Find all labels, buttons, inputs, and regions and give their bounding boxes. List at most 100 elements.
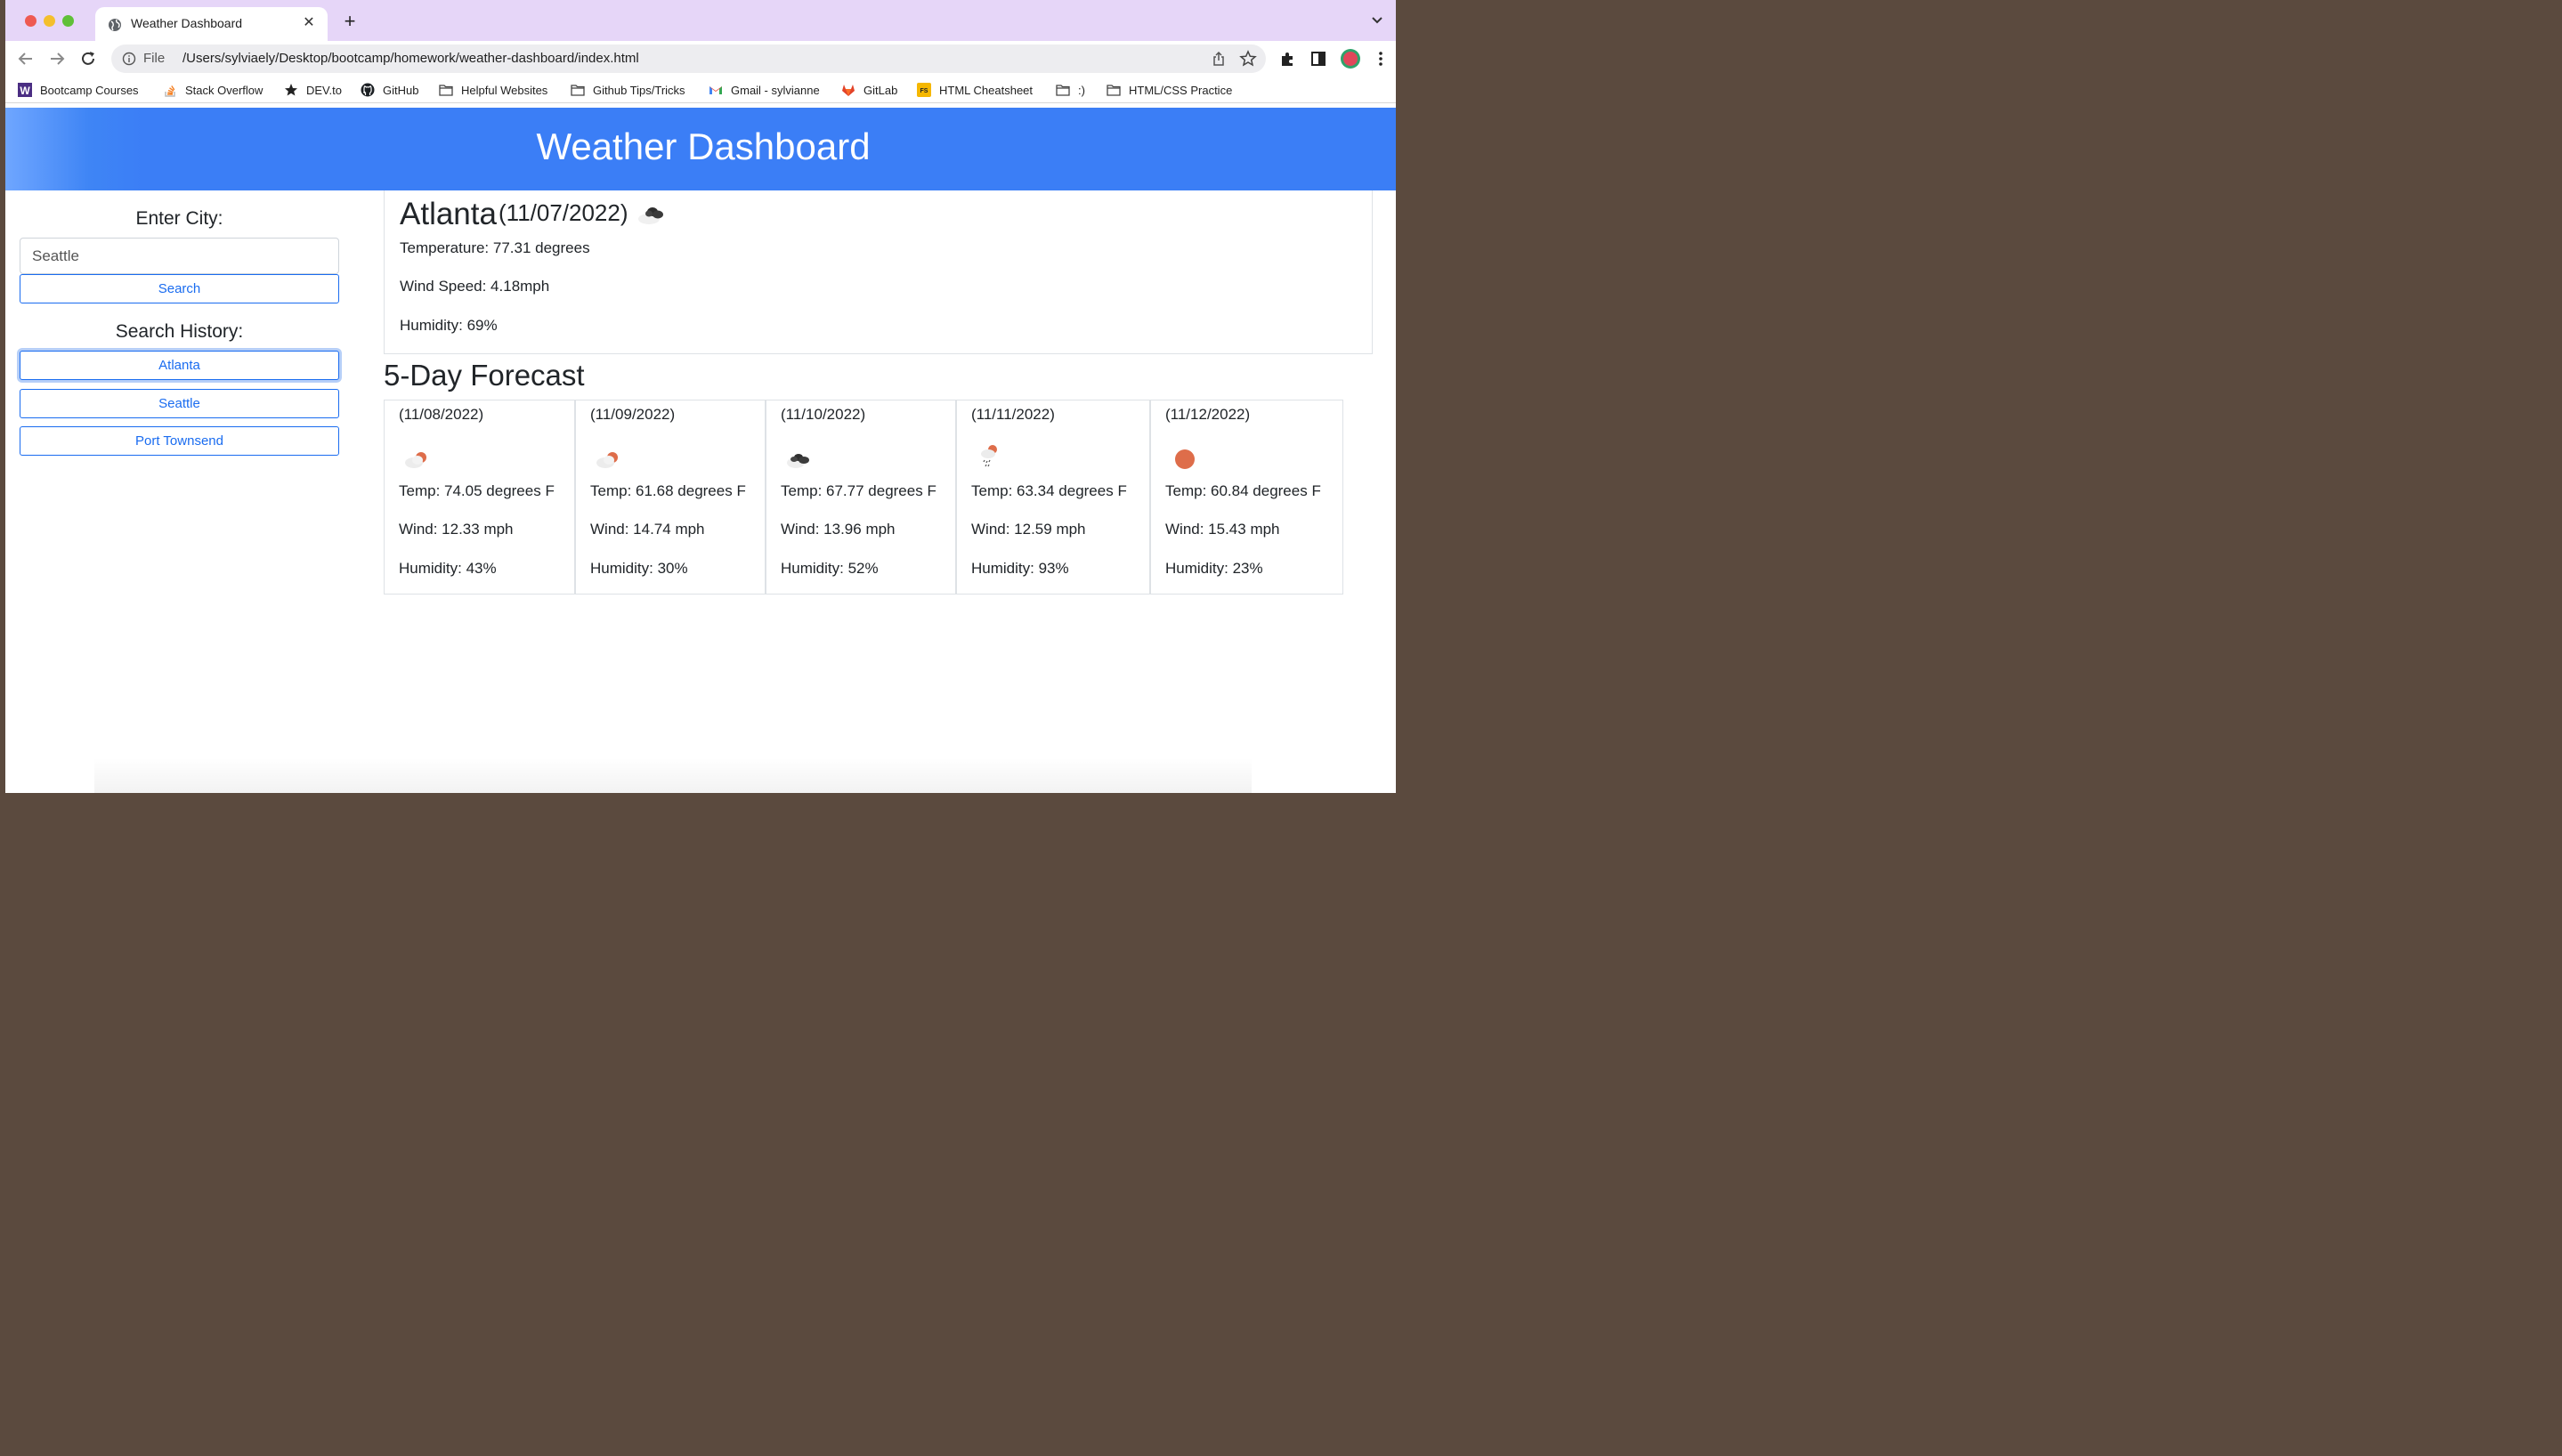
forecast-humidity: Humidity: 30% [590, 560, 688, 577]
bookmark-gmail[interactable]: Gmail - sylvianne [709, 82, 820, 98]
tab-title: Weather Dashboard [131, 16, 243, 30]
browser-window: Weather Dashboard ✕ + File /Users/sylvia… [5, 0, 1396, 793]
bookmark-html-css-practice[interactable]: HTML/CSS Practice [1107, 82, 1232, 98]
address-bar[interactable]: File /Users/sylviaely/Desktop/bootcamp/h… [111, 44, 1266, 73]
bookmark-helpful-websites[interactable]: Helpful Websites [439, 82, 547, 98]
cloud-sun-icon [405, 452, 426, 468]
current-weather-card: Atlanta (11/07/2022) Temperature: 77.31 … [384, 190, 1373, 354]
forecast-wind: Wind: 12.33 mph [399, 521, 514, 538]
rain-sun-icon [981, 445, 997, 467]
svg-text:W: W [20, 85, 30, 97]
bookmark-label: Github Tips/Tricks [593, 83, 685, 97]
forecast-temp: Temp: 63.34 degrees F [971, 482, 1127, 499]
forecast-card: (11/12/2022) Temp: 60.84 degrees F Wind:… [1150, 400, 1343, 595]
close-tab-icon[interactable]: ✕ [301, 15, 317, 31]
sun-icon [1175, 449, 1195, 469]
cloud-sun-icon [596, 452, 618, 468]
enter-city-label: Enter City: [135, 208, 223, 229]
svg-text:FS: FS [920, 88, 928, 94]
stack-overflow-icon [165, 85, 175, 97]
gmail-icon [709, 86, 722, 94]
city-search-input[interactable] [20, 238, 339, 274]
bookmark-label: GitHub [383, 83, 419, 97]
forecast-wind: Wind: 12.59 mph [971, 521, 1086, 538]
share-icon[interactable] [1211, 51, 1227, 67]
bookmark-bootcamp-courses[interactable]: W Bootcamp Courses [18, 82, 139, 98]
forecast-card: (11/08/2022) Temp: 74.05 degrees F Wind:… [384, 400, 575, 595]
forecast-humidity: Humidity: 43% [399, 560, 497, 577]
profile-avatar[interactable] [1340, 48, 1361, 69]
bookmark-star-icon[interactable] [1239, 50, 1257, 68]
history-button-port-townsend[interactable]: Port Townsend [20, 426, 339, 456]
forecast-date: (11/09/2022) [590, 406, 676, 423]
url-text[interactable]: /Users/sylviaely/Desktop/bootcamp/homewo… [182, 51, 639, 66]
forecast-wind: Wind: 14.74 mph [590, 521, 705, 538]
folder-icon [439, 85, 453, 96]
forecast-card: (11/10/2022) Temp: 67.77 degrees F Wind:… [766, 400, 956, 595]
bookmark-label: Gmail - sylvianne [731, 83, 820, 97]
bookmark-html-cheatsheet[interactable]: FS HTML Cheatsheet [917, 82, 1033, 98]
forecast-date: (11/12/2022) [1165, 406, 1251, 423]
bookmark-dev-to[interactable]: DEV.to [284, 82, 342, 98]
info-icon[interactable] [122, 52, 136, 66]
folder-icon [571, 85, 585, 96]
toolbar: File /Users/sylviaely/Desktop/bootcamp/h… [5, 41, 1396, 77]
forecast-date: (11/08/2022) [399, 406, 484, 423]
bookmarks-bar: W Bootcamp Courses Stack Overflow DEV.to… [5, 77, 1396, 103]
current-humidity: Humidity: 69% [400, 317, 498, 334]
forecast-temp: Temp: 60.84 degrees F [1165, 482, 1321, 499]
bookmark-github-tips-tricks[interactable]: Github Tips/Tricks [571, 82, 685, 98]
header-banner: Weather Dashboard [5, 108, 1396, 190]
maximize-window-button[interactable] [62, 15, 74, 27]
forecast-humidity: Humidity: 93% [971, 560, 1069, 577]
back-arrow-icon[interactable] [16, 49, 36, 69]
forecast-humidity: Humidity: 23% [1165, 560, 1263, 577]
bookmark-label: Stack Overflow [185, 83, 263, 97]
forecast-heading: 5-Day Forecast [384, 359, 585, 392]
folder-icon [1107, 85, 1121, 96]
kebab-menu-icon[interactable] [1372, 50, 1390, 68]
search-button[interactable]: Search [20, 274, 339, 303]
bookmark-smiley-folder[interactable]: :) [1056, 82, 1085, 98]
forecast-humidity: Humidity: 52% [781, 560, 879, 577]
side-panel-icon[interactable] [1309, 50, 1327, 68]
minimize-window-button[interactable] [44, 15, 55, 27]
bookmark-stack-overflow[interactable]: Stack Overflow [163, 82, 263, 98]
bookmark-gitlab[interactable]: GitLab [841, 82, 897, 98]
tab-weather-dashboard[interactable]: Weather Dashboard ✕ [95, 7, 328, 41]
page-title: Weather Dashboard [536, 125, 871, 167]
w-logo-icon: W [18, 83, 32, 97]
forecast-wind: Wind: 13.96 mph [781, 521, 896, 538]
forecast-date: (11/10/2022) [781, 406, 866, 423]
forecast-temp: Temp: 74.05 degrees F [399, 482, 555, 499]
bottom-shadow [94, 758, 1252, 793]
current-wind-speed: Wind Speed: 4.18mph [400, 278, 550, 295]
reload-icon[interactable] [78, 49, 98, 69]
tab-strip: Weather Dashboard ✕ + [5, 0, 1396, 41]
current-city-name: Atlanta [400, 197, 497, 231]
new-tab-button[interactable]: + [340, 12, 360, 32]
folder-icon [1056, 85, 1070, 96]
gitlab-icon [842, 85, 855, 96]
chevron-down-icon[interactable] [1371, 14, 1383, 27]
forward-arrow-icon[interactable] [47, 49, 67, 69]
extensions-puzzle-icon[interactable] [1278, 50, 1296, 68]
forecast-temp: Temp: 67.77 degrees F [781, 482, 936, 499]
bookmark-label: DEV.to [306, 83, 342, 97]
forecast-card: (11/11/2022) Temp: 63.34 degrees F Wind:… [956, 400, 1150, 595]
forecast-wind: Wind: 15.43 mph [1165, 521, 1280, 538]
close-window-button[interactable] [25, 15, 36, 27]
current-temperature: Temperature: 77.31 degrees [400, 239, 590, 256]
history-button-atlanta[interactable]: Atlanta [20, 351, 339, 380]
partly-cloudy-dark-icon [638, 207, 663, 224]
history-button-seattle[interactable]: Seattle [20, 389, 339, 418]
globe-icon [109, 19, 121, 31]
bookmark-label: :) [1078, 83, 1085, 97]
forecast-temp: Temp: 61.68 degrees F [590, 482, 746, 499]
bookmark-github[interactable]: GitHub [361, 82, 418, 98]
github-icon [361, 83, 375, 97]
forecast-card: (11/09/2022) Temp: 61.68 degrees F Wind:… [575, 400, 766, 595]
bookmark-label: Helpful Websites [461, 83, 548, 97]
star-icon [285, 84, 297, 96]
bookmark-label: HTML Cheatsheet [939, 83, 1034, 97]
